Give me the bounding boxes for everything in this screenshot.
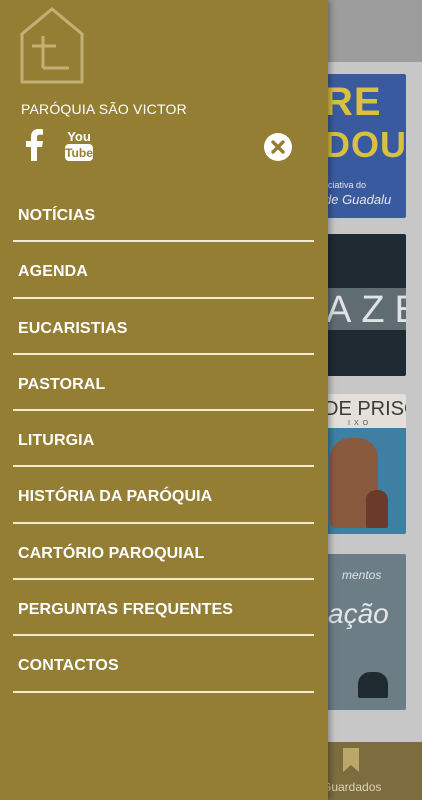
menu-item-label: PASTORAL	[18, 375, 106, 393]
youtube-icon[interactable]: You Tube	[64, 128, 94, 162]
menu-item-label: CARTÓRIO PAROQUIAL	[18, 544, 205, 562]
menu-item-label: HISTÓRIA DA PARÓQUIA	[18, 488, 213, 506]
menu-item-label: EUCARISTIAS	[18, 319, 128, 337]
card-photo-figure	[358, 672, 388, 698]
menu-item-cartorio-paroquial[interactable]: CARTÓRIO PAROQUIAL	[13, 524, 314, 581]
card-photo-figure	[366, 490, 388, 528]
svg-text:You: You	[67, 129, 91, 144]
background-card[interactable]: RE DOU ciativa do de Guadalu	[322, 74, 406, 218]
facebook-icon[interactable]	[24, 129, 44, 161]
close-icon	[271, 140, 285, 154]
card-title: ação	[328, 598, 389, 629]
parish-name: PARÓQUIA SÃO VICTOR	[21, 101, 187, 117]
menu-item-label: CONTACTOS	[18, 657, 119, 675]
background-card[interactable]: DE PRISC IXO	[322, 394, 406, 534]
bottom-nav-label[interactable]: Guardados	[322, 780, 381, 794]
menu-item-pastoral[interactable]: PASTORAL	[13, 355, 314, 412]
svg-text:Tube: Tube	[65, 146, 93, 160]
card-subtitle: ciativa do	[328, 180, 367, 190]
drawer-menu: NOTÍCIAS AGENDA EUCARISTIAS PASTORAL LIT…	[13, 186, 314, 693]
menu-item-perguntas-frequentes[interactable]: PERGUNTAS FREQUENTES	[13, 580, 314, 637]
card-subtitle: mentos	[342, 568, 382, 582]
app-screen: RE DOU ciativa do de Guadalu AZE DE PRIS…	[0, 0, 422, 800]
card-title: AZE	[326, 289, 406, 331]
menu-item-eucaristias[interactable]: EUCARISTIAS	[13, 299, 314, 355]
bookmark-icon[interactable]	[341, 748, 361, 772]
background-card[interactable]: AZE	[322, 234, 406, 376]
card-title: DOU	[324, 124, 406, 165]
navigation-drawer: PARÓQUIA SÃO VICTOR You Tube NOTÍCIAS AG…	[0, 0, 328, 800]
menu-item-noticias[interactable]: NOTÍCIAS	[13, 186, 314, 243]
background-card[interactable]: mentos ação	[322, 554, 406, 710]
menu-item-liturgia[interactable]: LITURGIA	[13, 411, 314, 468]
menu-item-agenda[interactable]: AGENDA	[13, 242, 314, 299]
card-subtitle: IXO	[348, 420, 373, 427]
church-house-logo-icon	[20, 7, 84, 84]
close-button[interactable]	[264, 133, 292, 161]
menu-item-label: NOTÍCIAS	[18, 207, 96, 224]
menu-item-label: AGENDA	[18, 263, 88, 281]
card-subtitle: de Guadalu	[324, 192, 392, 207]
menu-item-label: PERGUNTAS FREQUENTES	[18, 601, 234, 619]
menu-item-historia-da-paroquia[interactable]: HISTÓRIA DA PARÓQUIA	[13, 467, 314, 524]
menu-item-label: LITURGIA	[18, 432, 95, 450]
card-title: RE	[324, 80, 382, 124]
menu-item-contactos[interactable]: CONTACTOS	[13, 636, 314, 693]
card-title: DE PRISC	[324, 398, 406, 420]
